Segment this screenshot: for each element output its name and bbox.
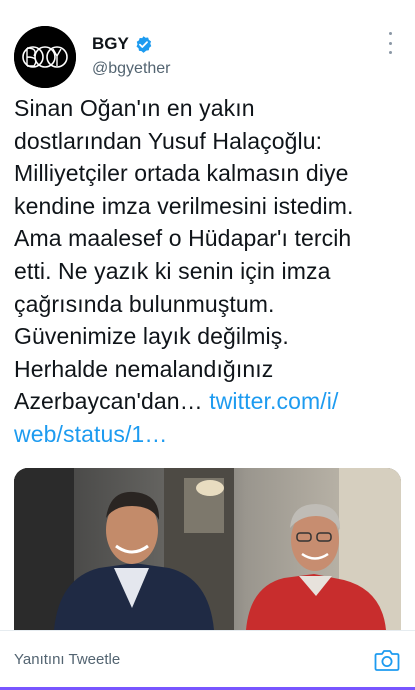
tweet-line: etti. Ne yazık ki senin için imza bbox=[14, 257, 331, 284]
tweet-header: BGY @bgyether bbox=[0, 0, 415, 92]
tweet-line: kendine imza verilmesini istedim. bbox=[14, 192, 354, 219]
tweet-line-text: Azerbaycan'dan… bbox=[14, 388, 203, 415]
camera-icon[interactable] bbox=[374, 648, 400, 672]
tweet-line: Sinan Oğan'ın en yakın bbox=[14, 95, 255, 121]
verified-badge-icon bbox=[136, 35, 152, 53]
tweet-line: Milliyetçiler ortada kalmasın diye bbox=[14, 160, 349, 187]
tweet-line: Güvenimize layık değilmiş. bbox=[14, 323, 289, 350]
reply-input[interactable]: Yanıtını Tweetle bbox=[14, 651, 120, 668]
avatar[interactable] bbox=[14, 26, 76, 88]
user-handle[interactable]: @bgyether bbox=[92, 60, 171, 78]
tweet-line: Herhalde nemalandığınız bbox=[14, 355, 274, 382]
display-name[interactable]: BGY bbox=[92, 34, 129, 54]
tweet-line: çağrısında bulunmuştum. bbox=[14, 290, 275, 317]
tweet-line: web/status/1… bbox=[14, 418, 406, 451]
tweet-line: Ama maalesef o Hüdapar'ı tercih bbox=[14, 225, 352, 252]
name-row: BGY bbox=[92, 34, 153, 54]
tweet-text: Sinan Oğan'ın en yakın dostlarından Yusu… bbox=[14, 92, 406, 451]
tweet-photo[interactable] bbox=[14, 468, 401, 630]
tweet-line: dostlarından Yusuf Halaçoğlu: bbox=[14, 127, 323, 154]
bgy-logo-icon bbox=[14, 26, 76, 88]
tweet-link-continued[interactable]: web/status/1… bbox=[14, 421, 167, 447]
tweet-line: Azerbaycan'dan… twitter.com/i/ bbox=[14, 385, 406, 418]
photo-image bbox=[14, 468, 401, 630]
reply-bar: Yanıtını Tweetle bbox=[0, 630, 415, 688]
tweet-link[interactable]: twitter.com/i/ bbox=[209, 388, 338, 414]
more-options-icon[interactable] bbox=[382, 32, 398, 54]
